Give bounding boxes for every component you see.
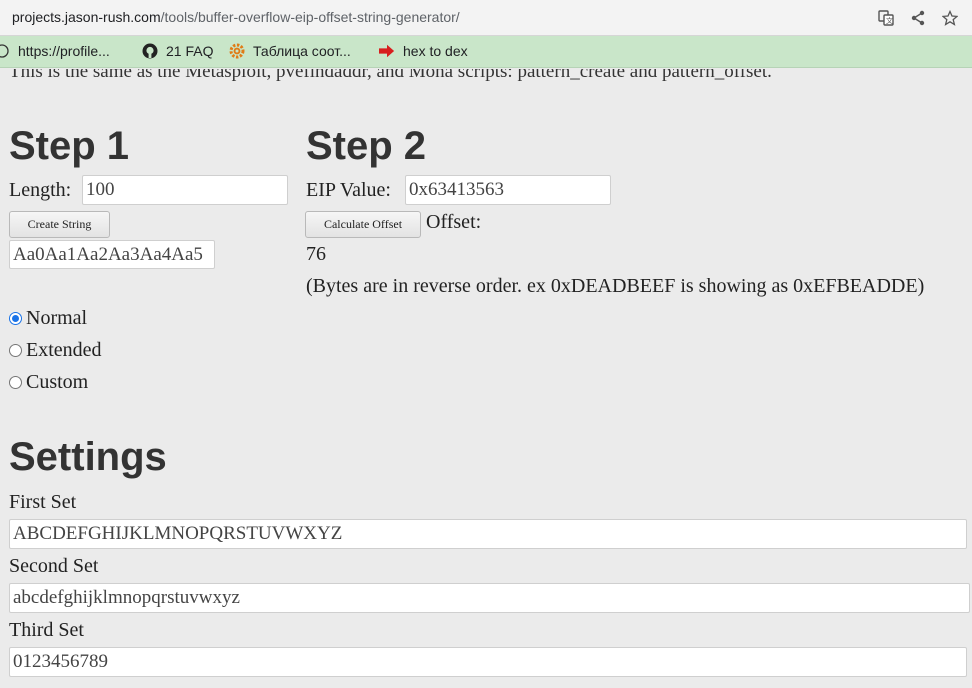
third-set-input[interactable]: 0123456789 [9, 647, 967, 677]
first-set-input[interactable]: ABCDEFGHIJKLMNOPQRSTUVWXYZ [9, 519, 967, 549]
second-set-input[interactable]: abcdefghijklmnopqrstuvwxyz [9, 583, 970, 613]
mode-custom[interactable]: Custom [9, 371, 88, 394]
github-icon [142, 43, 158, 59]
globe-icon [0, 43, 10, 59]
byte-order-note: (Bytes are in reverse order. ex 0xDEADBE… [306, 275, 925, 297]
eip-input[interactable]: 0x63413563 [405, 175, 611, 205]
page-content: This is the same as the Metasploit, pvef… [0, 69, 972, 688]
settings-heading: Settings [9, 435, 167, 479]
mode-extended[interactable]: Extended [9, 339, 102, 362]
url-path: /tools/buffer-overflow-eip-offset-string… [160, 9, 460, 25]
bookmark-label: hex to dex [403, 43, 468, 59]
step1-heading: Step 1 [9, 124, 130, 168]
eip-label: EIP Value: [306, 179, 391, 201]
bookmark-label: Таблица соот... [253, 43, 351, 59]
second-set-label: Second Set [9, 555, 99, 577]
intro-text: This is the same as the Metasploit, pvef… [9, 69, 772, 82]
first-set-label: First Set [9, 491, 77, 513]
offset-value: 76 [306, 243, 326, 265]
mode-normal[interactable]: Normal [9, 307, 87, 330]
radio-normal[interactable] [9, 312, 22, 325]
radio-custom[interactable] [9, 376, 22, 389]
mode-extended-label: Extended [26, 339, 102, 361]
address-bar[interactable]: projects.jason-rush.com/tools/buffer-ove… [0, 0, 972, 36]
pattern-output[interactable]: Aa0Aa1Aa2Aa3Aa4Aa5 [9, 240, 215, 269]
svg-text:文: 文 [886, 16, 893, 25]
calculate-offset-button[interactable]: Calculate Offset [305, 211, 421, 238]
mode-normal-label: Normal [26, 307, 88, 329]
translate-icon[interactable]: 文 [876, 8, 896, 28]
length-label: Length: [9, 179, 72, 201]
bookmarks-bar: https://profile... 21 FAQ Таблица соот..… [0, 36, 972, 68]
url-host: projects.jason-rush.com [12, 9, 161, 25]
radio-extended[interactable] [9, 344, 22, 357]
gear-icon [229, 43, 245, 59]
third-set-label: Third Set [9, 619, 84, 641]
bookmark-21-faq[interactable]: 21 FAQ [142, 43, 213, 59]
step2-heading: Step 2 [306, 124, 427, 168]
bookmark-label: 21 FAQ [166, 43, 214, 59]
mode-custom-label: Custom [26, 371, 89, 393]
bookmark-label: https://profile... [18, 43, 110, 59]
bookmark-hex-to-dex[interactable]: hex to dex [379, 43, 468, 59]
red-arrow-icon [379, 43, 395, 59]
bookmark-table[interactable]: Таблица соот... [229, 43, 351, 59]
create-string-button[interactable]: Create String [9, 211, 110, 238]
url-text[interactable]: projects.jason-rush.com/tools/buffer-ove… [12, 9, 460, 25]
star-icon[interactable] [940, 8, 960, 28]
share-icon[interactable] [908, 8, 928, 28]
offset-label: Offset: [426, 211, 482, 233]
length-input[interactable]: 100 [82, 175, 288, 205]
bookmark-profile[interactable]: https://profile... [0, 43, 110, 59]
